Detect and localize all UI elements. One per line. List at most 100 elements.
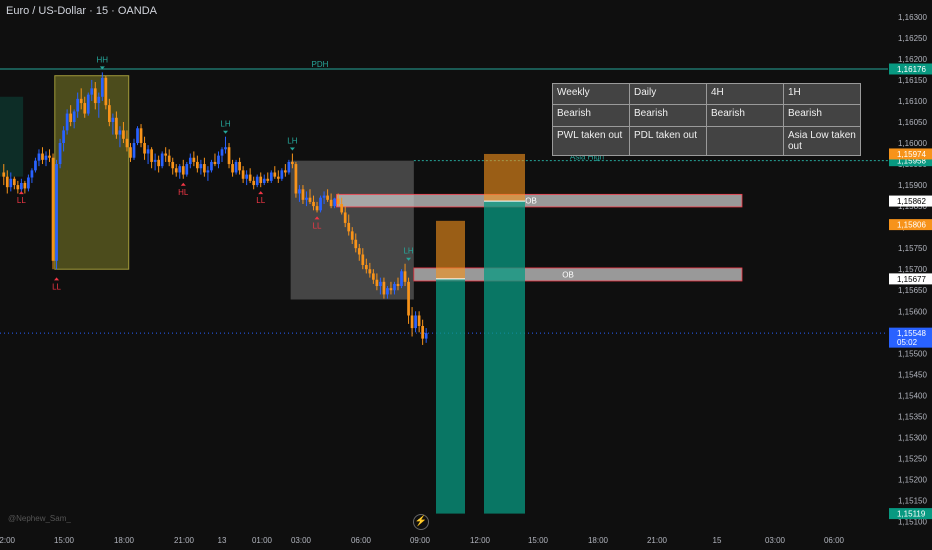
swing-label-lh: LH — [287, 137, 297, 146]
candle-body — [255, 176, 259, 186]
candle-body — [329, 199, 333, 207]
fvg-bottom-0 — [436, 278, 465, 514]
candle-body — [280, 170, 284, 179]
price-tick: 1,16000 — [898, 139, 927, 148]
order-block-label-1: OB — [562, 270, 574, 279]
candle-body — [312, 201, 315, 207]
candle-body — [340, 204, 344, 213]
price-tick: 1,16250 — [898, 34, 927, 43]
candle-body — [273, 172, 277, 177]
price-tag-4: 1,15119 — [897, 510, 926, 519]
candle-body — [262, 178, 266, 183]
price-tag-1: 1,15862 — [897, 197, 926, 206]
candle-body — [361, 254, 365, 265]
time-axis[interactable]: 12:00 15:00 18:00 21:00 13 01:00 03:00 06:00 09:… — [0, 536, 845, 545]
candle-body — [227, 147, 231, 165]
price-tag-2: 1,15806 — [897, 221, 926, 230]
candle-body — [167, 155, 171, 162]
candle-body — [115, 117, 118, 135]
time-tick: 12:00 — [470, 536, 491, 545]
swing-label-ll: LL — [17, 196, 26, 205]
candle-body — [41, 153, 44, 160]
swing-arrow-icon — [18, 191, 24, 195]
candle-body — [164, 153, 168, 156]
candle-body — [185, 164, 189, 175]
bias-header-1h: 1H — [783, 83, 861, 105]
author-watermark: @Nephew_Sam_ — [8, 514, 71, 523]
time-tick: 15:00 — [528, 536, 549, 545]
candle-body — [118, 130, 122, 135]
candle-body — [196, 161, 199, 169]
candle-body — [417, 315, 421, 326]
candle-body — [83, 103, 87, 114]
price-axis[interactable]: 1,16300 1,16250 1,16200 1,16150 1,16100 1,160… — [898, 13, 927, 527]
candle-body — [27, 177, 30, 189]
candle-body — [248, 174, 252, 181]
candle-body — [403, 271, 407, 282]
candle-body — [245, 174, 248, 179]
candle-body — [333, 198, 336, 207]
candle-body — [62, 130, 65, 144]
current-price-tag-countdown: 05:02 — [897, 338, 918, 347]
swing-label-ll: LL — [52, 282, 61, 291]
price-tick: 1,15900 — [898, 181, 927, 190]
price-tag-3: 1,15677 — [897, 275, 926, 284]
price-tick: 1,15700 — [898, 265, 927, 274]
candle-body — [291, 161, 294, 165]
bias-table: Weekly Daily 4H 1H Bearish Bearish Beari… — [552, 83, 861, 156]
candle-body — [326, 195, 329, 200]
candle-body — [136, 128, 139, 144]
zones-layer — [0, 75, 414, 300]
time-tick: 18:00 — [588, 536, 609, 545]
candle-body — [143, 143, 146, 154]
candle-body — [368, 269, 372, 274]
price-tick: 1,15400 — [898, 391, 927, 400]
lightning-icon[interactable]: ⚡ — [413, 514, 429, 530]
candle-body — [224, 147, 227, 150]
symbol-title[interactable]: Euro / US-Dollar · 15 · OANDA — [6, 5, 157, 17]
candle-body — [231, 164, 234, 173]
time-tick: 15:00 — [54, 536, 75, 545]
candle-body — [400, 271, 403, 287]
candle-body — [37, 153, 41, 161]
price-tick: 1,16200 — [898, 55, 927, 64]
bias-header-daily: Daily — [629, 83, 707, 105]
candle-body — [210, 161, 213, 171]
candle-body — [58, 143, 62, 165]
current-price-tag: 1,15548 — [897, 329, 926, 338]
price-tick: 1,15500 — [898, 349, 927, 358]
price-tick: 1,15200 — [898, 476, 927, 485]
bias-1h: Bearish — [783, 104, 861, 127]
candle-body — [16, 185, 20, 190]
candle-body — [111, 117, 115, 122]
candle-body — [192, 157, 196, 162]
price-tick: 1,15150 — [898, 497, 927, 506]
candle-body — [294, 164, 298, 194]
candle-body — [108, 105, 111, 122]
fvg-layer — [436, 153, 525, 514]
candle-body — [421, 325, 424, 339]
fvg-bottom-1 — [484, 201, 525, 514]
candle-body — [199, 164, 203, 169]
swing-label-hh: HH — [97, 55, 109, 64]
bias-table-events-row: PWL taken out PDL taken out Asia Low tak… — [552, 126, 861, 156]
time-tick: 06:00 — [824, 536, 845, 545]
candle-body — [305, 197, 308, 200]
swing-label-lh: LH — [220, 120, 230, 129]
price-tick: 1,16150 — [898, 76, 927, 85]
candle-body — [23, 182, 27, 189]
price-tick: 1,15250 — [898, 454, 927, 463]
swing-label-hl: HL — [178, 188, 189, 197]
candle-body — [308, 197, 312, 202]
candle-body — [336, 198, 340, 205]
candle-body — [139, 128, 143, 144]
candle-body — [389, 288, 393, 291]
swing-arrow-icon — [289, 147, 295, 151]
candle-body — [160, 153, 164, 167]
candle-body — [252, 180, 256, 186]
bias-header-4h: 4H — [706, 83, 784, 105]
candle-body — [301, 189, 305, 200]
candle-body — [86, 94, 90, 114]
candle-body — [238, 161, 241, 171]
candle-body — [76, 98, 80, 112]
